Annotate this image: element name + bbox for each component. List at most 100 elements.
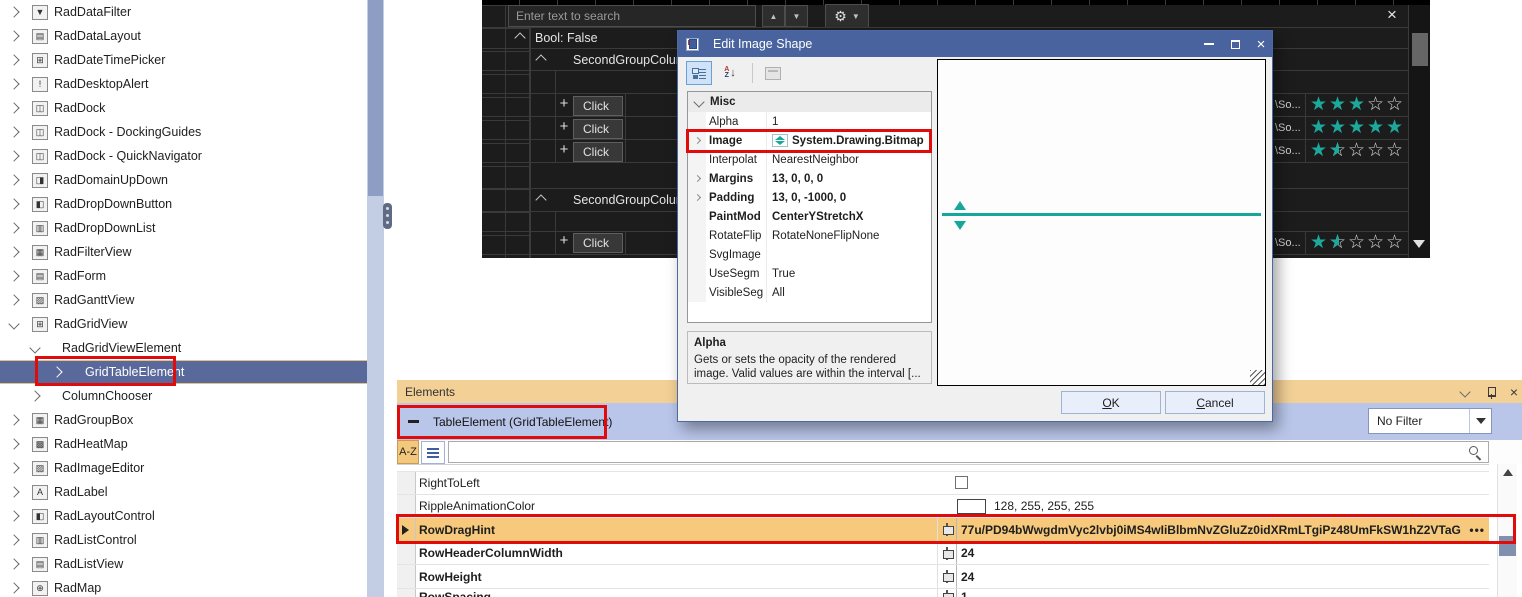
scroll-up-icon[interactable]	[1503, 469, 1513, 476]
tree-item-radimageeditor[interactable]: ▨RadImageEditor	[0, 456, 367, 480]
grid-close-button[interactable]: ×	[1380, 3, 1404, 27]
tree-item-radgroupbox[interactable]: ▦RadGroupBox	[0, 408, 367, 432]
tree-item-raddatafilter[interactable]: ▼RadDataFilter	[0, 0, 367, 24]
rating-cell[interactable]: ★☆★☆☆☆	[1305, 139, 1408, 162]
chevron-right-icon[interactable]	[8, 78, 19, 89]
star-outline-icon[interactable]: ☆	[1367, 95, 1386, 114]
star-filled-icon[interactable]: ★	[1310, 141, 1329, 160]
dialog-property-row-alpha[interactable]: Alpha1	[688, 112, 931, 131]
grid-search-input[interactable]	[508, 5, 756, 27]
chevron-right-icon[interactable]	[8, 414, 19, 425]
tree-item-raddomainupdown[interactable]: ◨RadDomainUpDown	[0, 168, 367, 192]
tree-item-radlistcontrol[interactable]: ▥RadListControl	[0, 528, 367, 552]
tree-scrollbar-thumb[interactable]	[368, 0, 383, 196]
tree-item-raddatalayout[interactable]: ▤RadDataLayout	[0, 24, 367, 48]
dialog-property-row-margins[interactable]: Margins13, 0, 0, 0	[688, 169, 931, 188]
panel-close-button[interactable]: ×	[1506, 384, 1522, 400]
collapse-icon[interactable]	[535, 194, 546, 205]
chevron-right-icon[interactable]	[8, 198, 19, 209]
star-filled-icon[interactable]: ★	[1367, 118, 1386, 137]
add-row-button[interactable]: +	[555, 118, 573, 135]
rating-cell[interactable]: ★☆★☆☆☆	[1305, 231, 1408, 254]
close-button[interactable]: ×	[1252, 36, 1270, 52]
chevron-right-icon[interactable]	[8, 222, 19, 233]
tree-item-radheatmap[interactable]: ▩RadHeatMap	[0, 432, 367, 456]
chevron-down-icon[interactable]	[29, 342, 40, 353]
chevron-right-icon[interactable]	[8, 558, 19, 569]
property-value[interactable]	[937, 476, 1489, 489]
tree-item-radlayoutcontrol[interactable]: ◧RadLayoutControl	[0, 504, 367, 528]
tree-item-radlistview[interactable]: ▤RadListView	[0, 552, 367, 576]
chevron-right-icon[interactable]	[693, 137, 700, 144]
checkbox[interactable]	[955, 476, 968, 489]
ellipsis-button[interactable]: •••	[1469, 523, 1485, 537]
categorized-button[interactable]	[686, 61, 712, 85]
chevron-right-icon[interactable]	[29, 390, 40, 401]
dialog-property-row-paintmod[interactable]: PaintModCenterYStretchX	[688, 207, 931, 226]
property-row-rowspacing[interactable]: RowSpacing1	[397, 589, 1489, 597]
splitter-grip[interactable]	[383, 203, 392, 229]
star-filled-icon[interactable]: ★	[1386, 118, 1405, 137]
add-row-button[interactable]: +	[555, 95, 573, 112]
dropdown-button[interactable]	[1469, 409, 1491, 433]
row-selector-cell[interactable]	[397, 542, 416, 564]
rating-cell[interactable]: ★★★★★	[1305, 116, 1408, 139]
chevron-right-icon[interactable]	[8, 270, 19, 281]
chevron-right-icon[interactable]	[8, 462, 19, 473]
star-filled-icon[interactable]: ★	[1310, 233, 1329, 252]
chevron-right-icon[interactable]	[693, 175, 700, 182]
tree-item-radganttview[interactable]: ▨RadGanttView	[0, 288, 367, 312]
property-row-rowdraghint[interactable]: RowDragHint77u/PD94bWwgdmVyc2lvbj0iMS4wI…	[397, 518, 1489, 542]
star-filled-icon[interactable]: ★	[1329, 118, 1348, 137]
panel-menu-button[interactable]	[1457, 384, 1473, 400]
click-button[interactable]: Click	[573, 96, 623, 116]
filter-dropdown[interactable]: No Filter	[1368, 408, 1492, 434]
pin-button[interactable]	[1483, 384, 1499, 400]
dialog-property-row-usesegm[interactable]: UseSegmTrue	[688, 264, 931, 283]
grid-settings-button[interactable]: ⚙▼	[825, 4, 869, 28]
property-row-rowheight[interactable]: RowHeight24	[397, 565, 1489, 589]
resize-grip[interactable]	[1250, 370, 1265, 385]
row-selector-cell[interactable]	[397, 495, 416, 517]
tree-item-raddock-dockingguides[interactable]: ◫RadDock - DockingGuides	[0, 120, 367, 144]
chevron-right-icon[interactable]	[8, 534, 19, 545]
chevron-right-icon[interactable]	[8, 174, 19, 185]
property-row-righttoleft[interactable]: RightToLeft	[397, 471, 1489, 495]
chevron-right-icon[interactable]	[8, 246, 19, 257]
dialog-property-row-svgimage[interactable]: SvgImage	[688, 245, 931, 264]
tree-item-raddock-quicknavigator[interactable]: ◫RadDock - QuickNavigator	[0, 144, 367, 168]
search-prev-button[interactable]: ▲	[762, 5, 785, 27]
minimize-button[interactable]	[1200, 36, 1218, 52]
tree-item-raddropdownbutton[interactable]: ◧RadDropDownButton	[0, 192, 367, 216]
dialog-property-row-visibleseg[interactable]: VisibleSegAll	[688, 283, 931, 302]
star-filled-icon[interactable]: ★	[1348, 95, 1367, 114]
property-value[interactable]: 128, 255, 255, 255	[937, 499, 1489, 514]
add-row-button[interactable]: +	[555, 141, 573, 158]
az-sort-button[interactable]: A-Z	[397, 440, 419, 464]
property-value[interactable]: 24	[957, 570, 1489, 584]
group-row-second-2[interactable]: SecondGroupColur	[537, 193, 680, 207]
dialog-property-row-image[interactable]: ImageSystem.Drawing.Bitmap	[688, 131, 931, 150]
star-filled-icon[interactable]: ★	[1329, 95, 1348, 114]
row-selector-cell[interactable]	[397, 589, 416, 597]
star-outline-icon[interactable]: ☆	[1348, 141, 1367, 160]
tree-item-raddropdownlist[interactable]: ▥RadDropDownList	[0, 216, 367, 240]
chevron-right-icon[interactable]	[8, 30, 19, 41]
property-value[interactable]: 24	[957, 546, 1489, 560]
star-half-icon[interactable]: ☆★	[1329, 233, 1348, 252]
tree-item-radgridviewelement[interactable]: RadGridViewElement	[0, 336, 367, 360]
star-half-icon[interactable]: ☆★	[1329, 141, 1348, 160]
star-filled-icon[interactable]: ★	[1310, 118, 1329, 137]
alphabetical-sort-button[interactable]: AZ↓	[715, 61, 745, 85]
category-sort-button[interactable]	[421, 441, 445, 464]
chevron-right-icon[interactable]	[8, 150, 19, 161]
click-button[interactable]: Click	[573, 142, 623, 162]
tree-item-gridtableelement[interactable]: GridTableElement	[0, 360, 367, 384]
dialog-property-row-padding[interactable]: Padding13, 0, -1000, 0	[688, 188, 931, 207]
dialog-property-row-interpolat[interactable]: InterpolatNearestNeighbor	[688, 150, 931, 169]
property-search-input[interactable]	[448, 441, 1489, 463]
tree-item-radfilterview[interactable]: ▦RadFilterView	[0, 240, 367, 264]
chevron-right-icon[interactable]	[8, 582, 19, 593]
tree-item-radmap[interactable]: ⊕RadMap	[0, 576, 367, 597]
property-row-rippleanimationcolor[interactable]: RippleAnimationColor128, 255, 255, 255	[397, 495, 1489, 518]
